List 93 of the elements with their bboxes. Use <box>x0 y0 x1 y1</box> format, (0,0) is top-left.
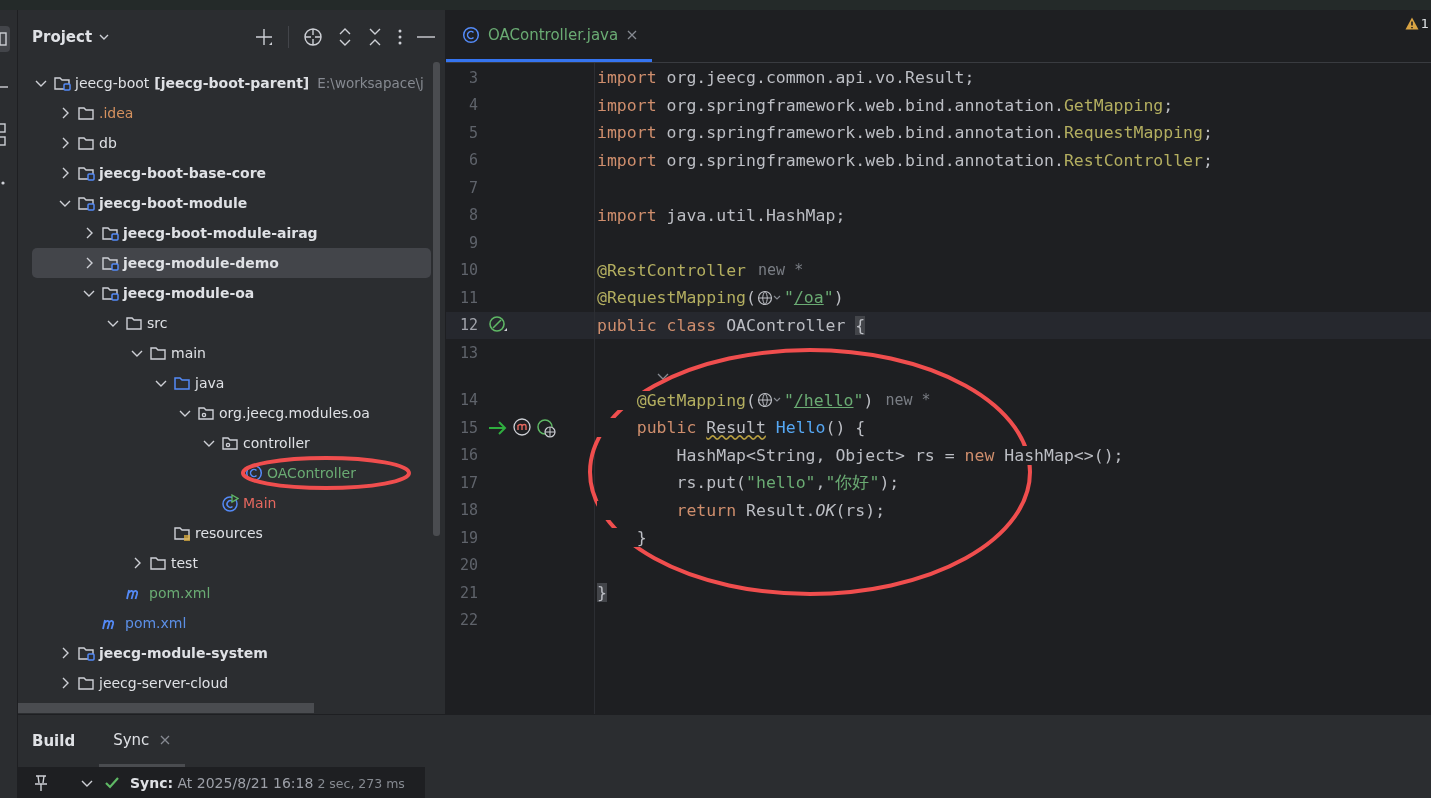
tree-item[interactable]: src <box>32 308 431 338</box>
code-text: "/oa") <box>783 288 844 308</box>
add-icon[interactable] <box>254 27 274 47</box>
line-number: 12 <box>458 316 478 335</box>
tree-item[interactable]: OAController <box>32 458 431 488</box>
module-folder-icon <box>101 224 119 242</box>
panel-title: Build <box>32 732 76 751</box>
code-text: public Result Hello() { <box>597 418 866 438</box>
globe-icon[interactable] <box>756 289 783 306</box>
line-number: 20 <box>458 556 478 575</box>
module-folder-icon <box>101 284 119 302</box>
more-icon[interactable] <box>397 28 403 46</box>
folder-icon[interactable] <box>0 26 12 52</box>
tree-item[interactable]: jeecg-boot-module-airag <box>32 218 431 248</box>
class-icon <box>462 25 480 44</box>
minimize-icon[interactable] <box>417 35 435 39</box>
chevron-down-icon[interactable] <box>656 371 670 382</box>
tree-item[interactable]: jeecg-module-system <box>32 638 431 668</box>
line-number: 14 <box>458 391 478 410</box>
tree-item[interactable]: controller <box>32 428 431 458</box>
line-number: 13 <box>458 343 478 362</box>
folder-icon <box>149 344 167 362</box>
tree-item[interactable]: jeecg-boot-base-core <box>32 158 431 188</box>
tree-item[interactable]: db <box>32 128 431 158</box>
inlay-hint[interactable]: new * <box>885 391 931 410</box>
tree-item[interactable]: .idea <box>32 98 431 128</box>
tree-item[interactable]: main <box>32 338 431 368</box>
close-icon[interactable] <box>159 733 172 746</box>
code-text: @RequestMapping( <box>597 288 756 308</box>
tree-item[interactable]: Main <box>32 488 431 518</box>
collapse-all-icon[interactable] <box>367 27 383 47</box>
folder-icon <box>77 104 95 122</box>
module-folder-icon <box>101 254 119 272</box>
line-number: 15 <box>458 418 478 437</box>
method-icon[interactable] <box>512 417 532 438</box>
sync-status-text: Sync: At 2025/8/21 16:18 2 sec, 273 ms <box>130 774 405 791</box>
line-number: 18 <box>458 501 478 520</box>
globe-icon[interactable] <box>756 392 783 409</box>
folder-icon <box>77 674 95 692</box>
warning-icon <box>1404 17 1419 30</box>
line-number: 21 <box>458 583 478 602</box>
crosshair-icon[interactable] <box>303 27 323 47</box>
line-number: 17 <box>458 473 478 492</box>
resources-folder-icon <box>173 524 191 542</box>
tree-item[interactable]: pom.xml <box>32 578 431 608</box>
tree-item[interactable]: java <box>32 368 431 398</box>
tree-item[interactable]: jeecg-boot [jeecg-boot-parent] E:\worksapace\j <box>32 68 431 98</box>
tree-item[interactable]: jeecg-boot-module <box>32 188 431 218</box>
line-number: 4 <box>467 96 478 115</box>
scrollbar-thumb[interactable] <box>18 703 314 713</box>
close-icon[interactable] <box>626 28 639 41</box>
line-number: 11 <box>458 288 478 307</box>
code-text: } <box>597 583 607 603</box>
inlay-hint[interactable]: new * <box>758 261 804 280</box>
scrollbar-thumb[interactable] <box>433 62 440 536</box>
line-number: 16 <box>458 446 478 465</box>
tree-item[interactable]: jeecg-module-demo <box>32 248 431 278</box>
warning-count[interactable]: 1 <box>1420 16 1429 31</box>
line-number: 10 <box>458 261 478 280</box>
line-number: 8 <box>467 206 478 225</box>
line-number: 7 <box>467 178 478 197</box>
pin-icon[interactable] <box>34 773 48 792</box>
tree-item[interactable]: pom.xml <box>32 608 431 638</box>
code-text: import org.springframework.web.bind.annotation.RequestMapping; <box>597 123 1213 143</box>
folder-icon <box>125 314 143 332</box>
line-number: 6 <box>467 151 478 170</box>
globe-icon[interactable] <box>536 417 556 438</box>
arrow-right-icon[interactable] <box>488 418 508 437</box>
module-folder-icon <box>53 74 71 92</box>
package-icon <box>221 434 239 452</box>
folder-icon <box>149 554 167 572</box>
tree-item[interactable]: jeecg-module-oa <box>32 278 431 308</box>
folder-icon <box>77 134 95 152</box>
code-text: public class OAController { <box>597 315 866 335</box>
module-folder-icon <box>77 164 95 182</box>
line-number: 9 <box>467 233 478 252</box>
editor-tab[interactable]: OAController.java <box>446 10 653 62</box>
tree-item[interactable]: jeecg-server-cloud <box>32 668 431 698</box>
package-icon <box>197 404 215 422</box>
project-view-dropdown[interactable]: Project <box>32 28 111 46</box>
line-number: 3 <box>467 68 478 87</box>
tree-item[interactable]: resources <box>32 518 431 548</box>
folder-icon <box>173 374 191 392</box>
runnable-class-icon <box>221 494 239 512</box>
line-number: 5 <box>467 123 478 142</box>
tree-item[interactable]: org.jeecg.modules.oa <box>32 398 431 428</box>
tree-item[interactable]: test <box>32 548 431 578</box>
module-folder-icon <box>77 644 95 662</box>
module-folder-icon <box>77 194 95 212</box>
line-number: 22 <box>458 611 478 630</box>
expand-all-icon[interactable] <box>337 27 353 47</box>
line-number: 19 <box>458 528 478 547</box>
class-icon <box>245 464 263 482</box>
